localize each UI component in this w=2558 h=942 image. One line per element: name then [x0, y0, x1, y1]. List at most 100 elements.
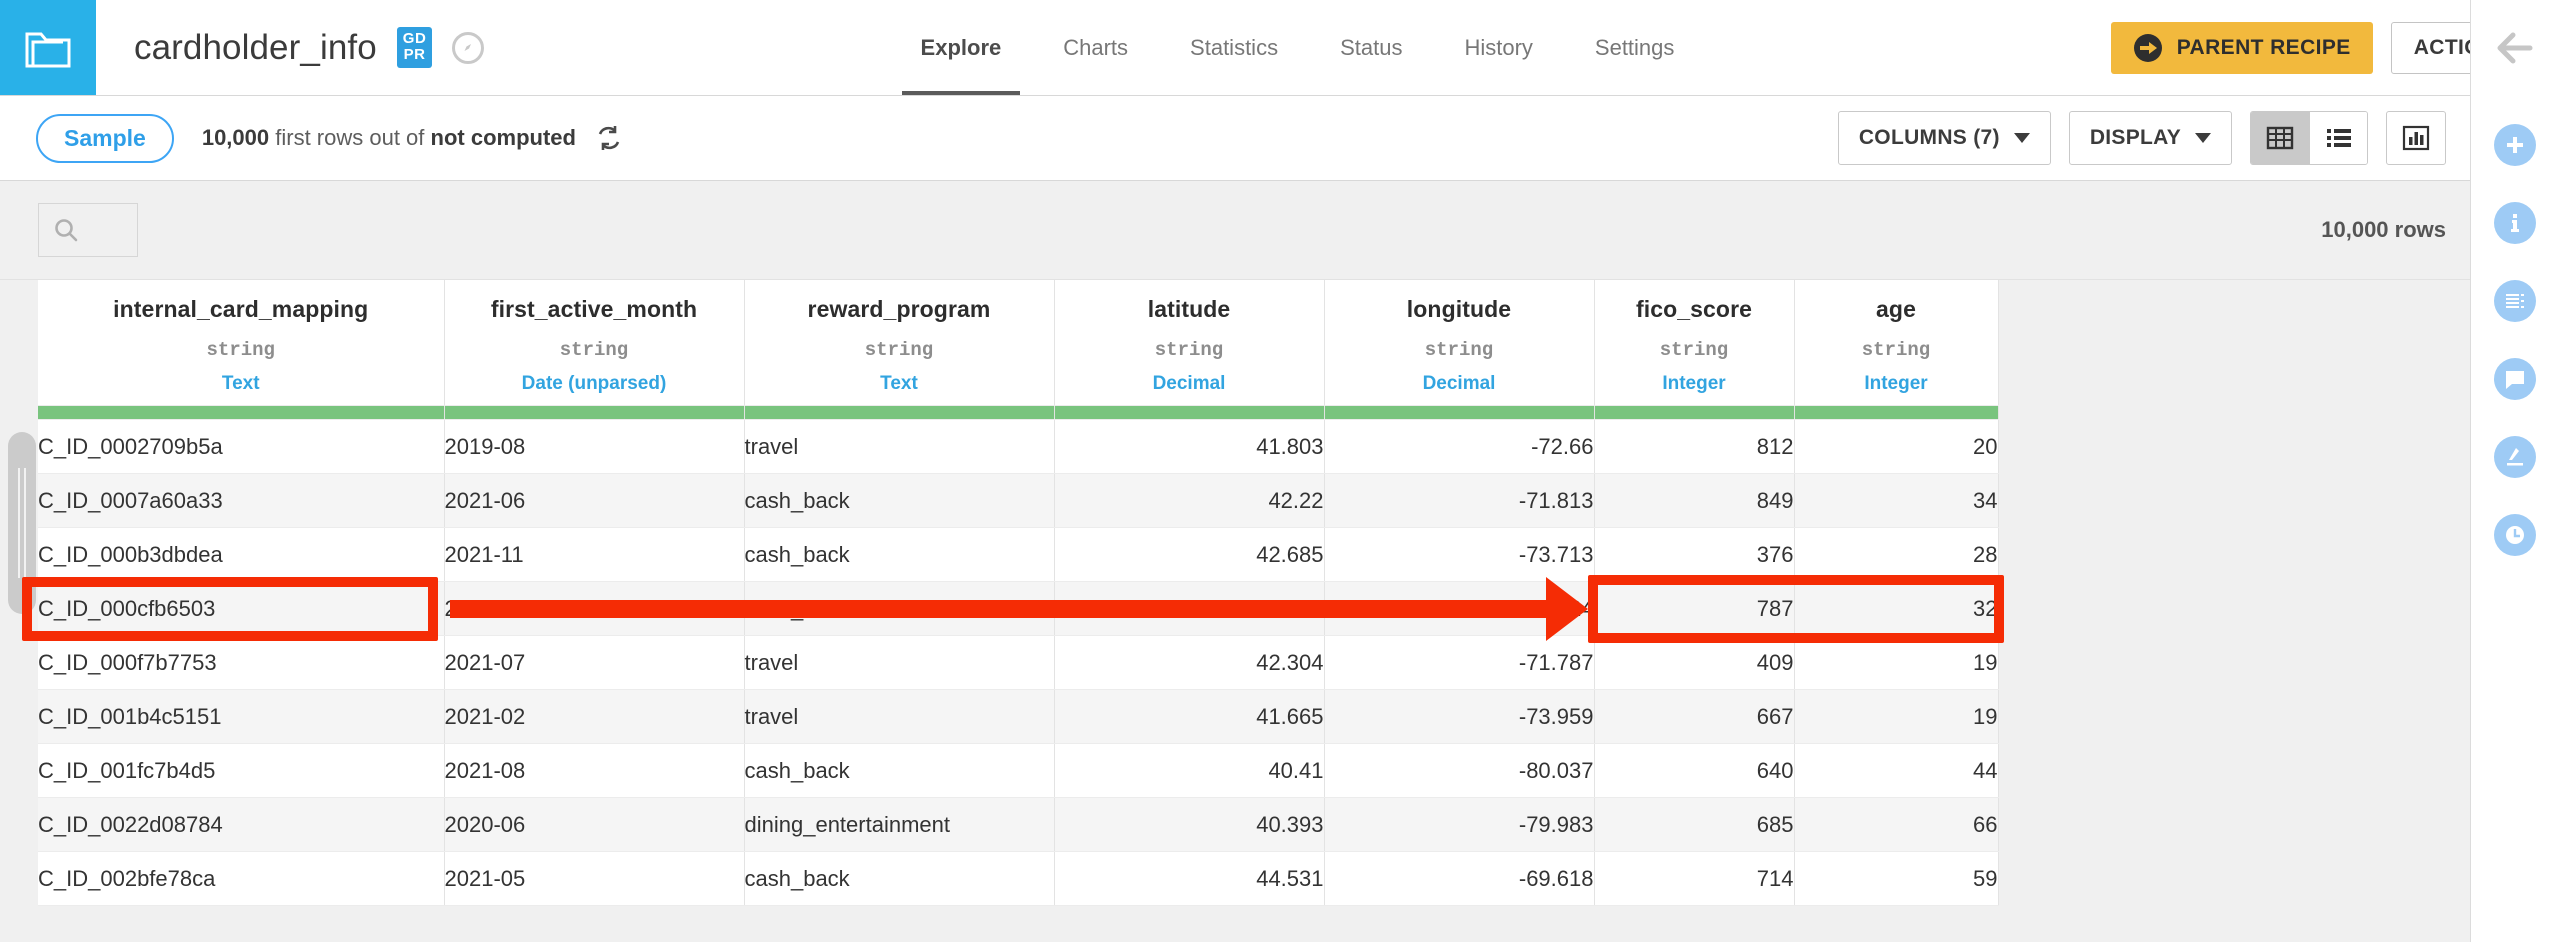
table-cell[interactable]: C_ID_000b3dbdea: [38, 528, 444, 582]
lab-microscope-icon[interactable]: [2494, 436, 2536, 478]
table-cell[interactable]: 685: [1594, 798, 1794, 852]
table-row[interactable]: C_ID_0007a60a332021-06cash_back42.22-71.…: [38, 474, 1998, 528]
tab-explore[interactable]: Explore: [890, 0, 1033, 95]
table-cell[interactable]: C_ID_0007a60a33: [38, 474, 444, 528]
plus-circle-icon[interactable]: [2494, 124, 2536, 166]
table-cell[interactable]: C_ID_000f7b7753: [38, 636, 444, 690]
table-cell[interactable]: -71.787: [1324, 636, 1594, 690]
table-cell[interactable]: -73.959: [1324, 690, 1594, 744]
tab-settings[interactable]: Settings: [1564, 0, 1706, 95]
column-meaning-type[interactable]: Decimal: [1073, 373, 1306, 395]
table-row[interactable]: C_ID_000f7b77532021-07travel42.304-71.78…: [38, 636, 1998, 690]
table-cell[interactable]: 20: [1794, 420, 1998, 474]
folder-icon[interactable]: [0, 0, 96, 95]
table-cell[interactable]: 41.665: [1054, 690, 1324, 744]
table-cell[interactable]: dining_entertainment: [744, 798, 1054, 852]
table-cell[interactable]: 409: [1594, 636, 1794, 690]
search-input[interactable]: [38, 203, 138, 257]
column-meaning-type[interactable]: Decimal: [1343, 373, 1576, 395]
refresh-icon[interactable]: [596, 125, 622, 151]
table-cell[interactable]: C_ID_0002709b5a: [38, 420, 444, 474]
table-row[interactable]: C_ID_001fc7b4d52021-08cash_back40.41-80.…: [38, 744, 1998, 798]
table-cell[interactable]: -73.713: [1324, 528, 1594, 582]
table-row[interactable]: C_ID_000cfb65032020-09cash_back41.696-73…: [38, 582, 1998, 636]
column-meaning-type[interactable]: Integer: [1813, 373, 1980, 395]
table-cell[interactable]: 44: [1794, 744, 1998, 798]
details-list-icon[interactable]: [2494, 280, 2536, 322]
column-header-reward_program[interactable]: reward_program string Text: [744, 280, 1054, 406]
table-cell[interactable]: 41.696: [1054, 582, 1324, 636]
table-cell[interactable]: 2021-08: [444, 744, 744, 798]
table-cell[interactable]: 42.304: [1054, 636, 1324, 690]
table-cell[interactable]: 32: [1794, 582, 1998, 636]
sample-button[interactable]: Sample: [36, 114, 174, 163]
column-header-internal_card_mapping[interactable]: internal_card_mapping string Text: [38, 280, 444, 406]
tab-charts[interactable]: Charts: [1032, 0, 1159, 95]
table-cell[interactable]: 34: [1794, 474, 1998, 528]
tab-statistics[interactable]: Statistics: [1159, 0, 1309, 95]
clock-history-icon[interactable]: [2494, 514, 2536, 556]
table-cell[interactable]: 2019-08: [444, 420, 744, 474]
table-cell[interactable]: 714: [1594, 852, 1794, 906]
tab-status[interactable]: Status: [1309, 0, 1433, 95]
column-header-first_active_month[interactable]: first_active_month string Date (unparsed…: [444, 280, 744, 406]
table-cell[interactable]: 640: [1594, 744, 1794, 798]
table-cell[interactable]: 41.803: [1054, 420, 1324, 474]
table-cell[interactable]: 2021-11: [444, 528, 744, 582]
table-row[interactable]: C_ID_0002709b5a2019-08travel41.803-72.66…: [38, 420, 1998, 474]
table-cell[interactable]: -79.983: [1324, 798, 1594, 852]
comment-bubble-icon[interactable]: [2494, 358, 2536, 400]
column-header-age[interactable]: age string Integer: [1794, 280, 1998, 406]
table-cell[interactable]: cash_back: [744, 528, 1054, 582]
table-cell[interactable]: cash_back: [744, 852, 1054, 906]
table-cell[interactable]: C_ID_002bfe78ca: [38, 852, 444, 906]
back-button[interactable]: [2471, 0, 2558, 96]
table-cell[interactable]: 787: [1594, 582, 1794, 636]
table-cell[interactable]: 19: [1794, 690, 1998, 744]
table-cell[interactable]: C_ID_001b4c5151: [38, 690, 444, 744]
table-cell[interactable]: 42.685: [1054, 528, 1324, 582]
table-cell[interactable]: -72.66: [1324, 420, 1594, 474]
table-row[interactable]: C_ID_000b3dbdea2021-11cash_back42.685-73…: [38, 528, 1998, 582]
row-drag-handle[interactable]: [8, 432, 36, 614]
search-field[interactable]: [85, 219, 125, 242]
column-header-longitude[interactable]: longitude string Decimal: [1324, 280, 1594, 406]
table-cell[interactable]: 44.531: [1054, 852, 1324, 906]
table-cell[interactable]: -80.037: [1324, 744, 1594, 798]
table-cell[interactable]: -71.813: [1324, 474, 1594, 528]
table-cell[interactable]: 59: [1794, 852, 1998, 906]
table-cell[interactable]: cash_back: [744, 474, 1054, 528]
chart-view-button[interactable]: [2386, 111, 2446, 165]
list-view-icon[interactable]: [2309, 112, 2367, 164]
table-cell[interactable]: 376: [1594, 528, 1794, 582]
column-meaning-type[interactable]: Text: [763, 373, 1036, 395]
table-cell[interactable]: 667: [1594, 690, 1794, 744]
column-header-fico_score[interactable]: fico_score string Integer: [1594, 280, 1794, 406]
table-cell[interactable]: travel: [744, 690, 1054, 744]
table-cell[interactable]: 42.22: [1054, 474, 1324, 528]
table-cell[interactable]: 66: [1794, 798, 1998, 852]
column-meaning-type[interactable]: Text: [56, 373, 426, 395]
table-cell[interactable]: cash_back: [744, 582, 1054, 636]
grid-view-icon[interactable]: [2251, 112, 2309, 164]
table-cell[interactable]: 40.393: [1054, 798, 1324, 852]
table-cell[interactable]: 40.41: [1054, 744, 1324, 798]
table-row[interactable]: C_ID_001b4c51512021-02travel41.665-73.95…: [38, 690, 1998, 744]
table-cell[interactable]: C_ID_0022d08784: [38, 798, 444, 852]
table-cell[interactable]: 849: [1594, 474, 1794, 528]
table-cell[interactable]: 812: [1594, 420, 1794, 474]
table-cell[interactable]: 2020-06: [444, 798, 744, 852]
table-cell[interactable]: 2021-05: [444, 852, 744, 906]
parent-recipe-button[interactable]: PARENT RECIPE: [2111, 22, 2373, 74]
column-meaning-type[interactable]: Integer: [1613, 373, 1776, 395]
table-cell[interactable]: -69.618: [1324, 852, 1594, 906]
info-circle-icon[interactable]: [2494, 202, 2536, 244]
columns-dropdown[interactable]: COLUMNS (7): [1838, 111, 2051, 165]
table-row[interactable]: C_ID_0022d087842020-06dining_entertainme…: [38, 798, 1998, 852]
table-cell[interactable]: 19: [1794, 636, 1998, 690]
table-cell[interactable]: -73.924: [1324, 582, 1594, 636]
table-cell[interactable]: 2021-02: [444, 690, 744, 744]
tab-history[interactable]: History: [1433, 0, 1563, 95]
column-meaning-type[interactable]: Date (unparsed): [463, 373, 726, 395]
column-header-latitude[interactable]: latitude string Decimal: [1054, 280, 1324, 406]
